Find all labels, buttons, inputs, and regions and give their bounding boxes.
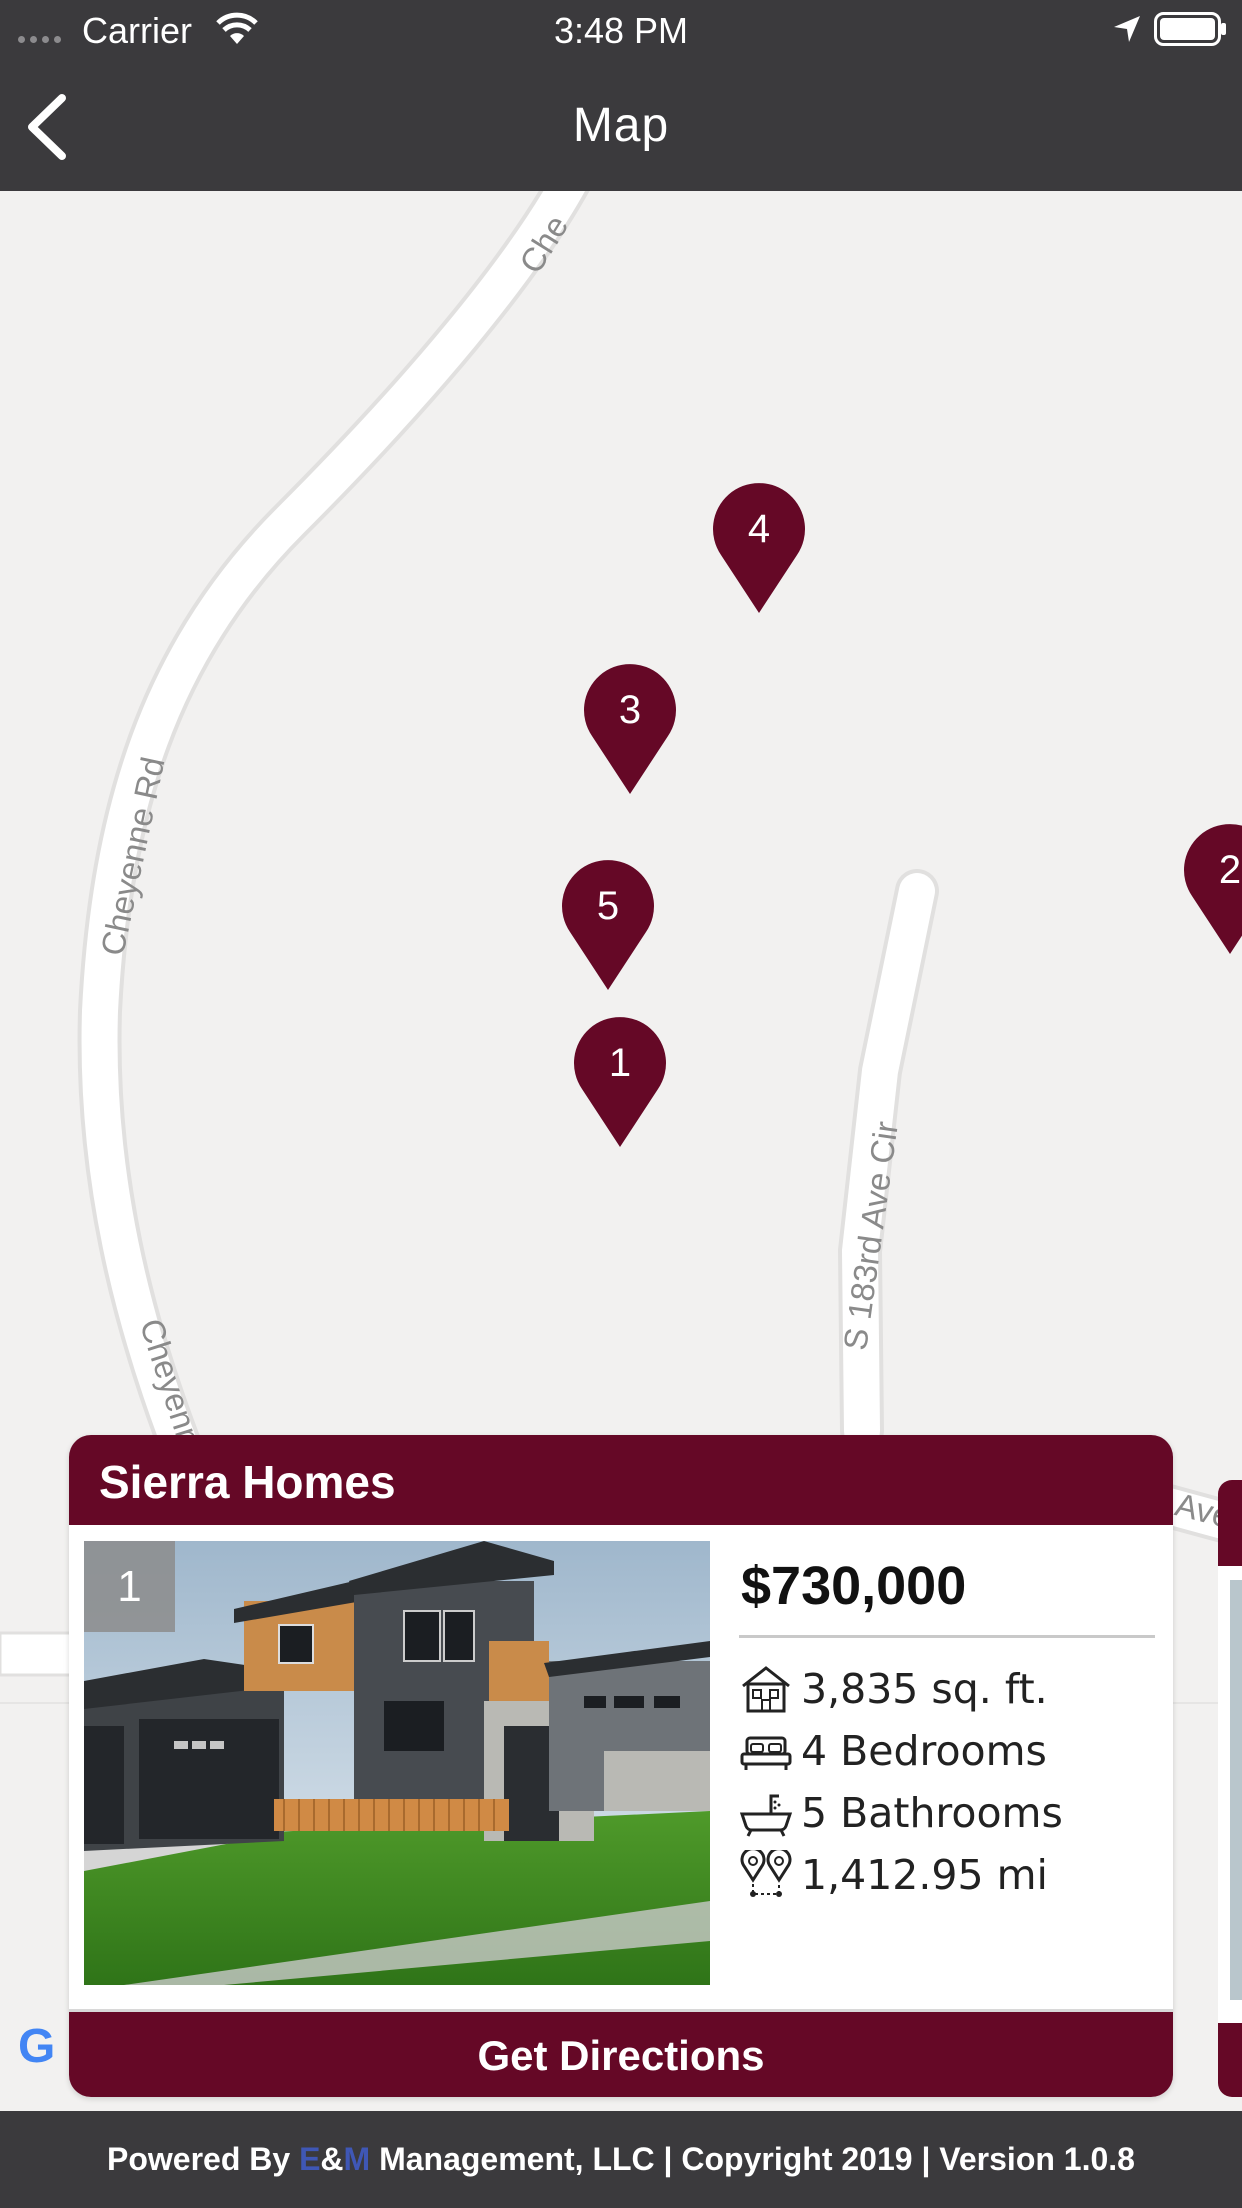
battery-icon <box>1154 12 1226 46</box>
google-logo: G <box>18 2020 56 2073</box>
listing-price: $730,000 <box>741 1556 967 1616</box>
footer-brand-amp: & <box>320 2141 344 2177</box>
footer-suffix: Management, LLC | Copyright 2019 | Versi… <box>370 2141 1135 2177</box>
status-bar: Carrier 3:48 PM <box>0 0 1242 58</box>
map-pin[interactable]: 2 <box>1182 822 1242 956</box>
location-arrow-icon <box>1114 16 1140 42</box>
divider <box>739 1635 1155 1638</box>
navigation-bar: Map <box>0 58 1242 191</box>
get-directions-button[interactable]: Get Directions <box>69 2009 1173 2097</box>
listing-header: Sierra Homes <box>69 1435 1173 1525</box>
listing-index-badge: 1 <box>84 1541 175 1632</box>
house-icon <box>742 1666 790 1713</box>
spec-distance: 1,412.95 mi <box>739 1847 1048 1903</box>
route-pins-icon <box>740 1850 792 1897</box>
next-listing-card[interactable] <box>1218 1480 1242 2097</box>
footer: Powered By E&M Management, LLC | Copyrig… <box>0 2111 1242 2208</box>
house-photo-image <box>84 1541 710 1985</box>
footer-prefix: Powered By <box>107 2141 300 2177</box>
bathtub-icon <box>739 1794 793 1837</box>
listing-photo[interactable] <box>84 1541 710 1985</box>
clock: 3:48 PM <box>553 10 689 51</box>
bed-icon <box>740 1736 792 1770</box>
map-pin[interactable]: 1 <box>572 1015 668 1149</box>
spec-bathrooms: 5 Bathrooms <box>739 1785 1063 1841</box>
map-pin[interactable]: 3 <box>582 662 678 796</box>
builder-name: Sierra Homes <box>99 1456 396 1508</box>
footer-brand-e: E <box>299 2141 321 2177</box>
map-pin[interactable]: 4 <box>711 481 807 615</box>
map-pin[interactable]: 5 <box>560 858 656 992</box>
footer-brand-m: M <box>343 2141 371 2177</box>
spec-area: 3,835 sq. ft. <box>739 1661 1048 1717</box>
page-title: Map <box>572 99 670 152</box>
listing-card[interactable]: Sierra Homes 1 $730,000 3,835 sq. ft. 4 … <box>69 1435 1173 2097</box>
spec-bedrooms: 4 Bedrooms <box>739 1723 1047 1779</box>
